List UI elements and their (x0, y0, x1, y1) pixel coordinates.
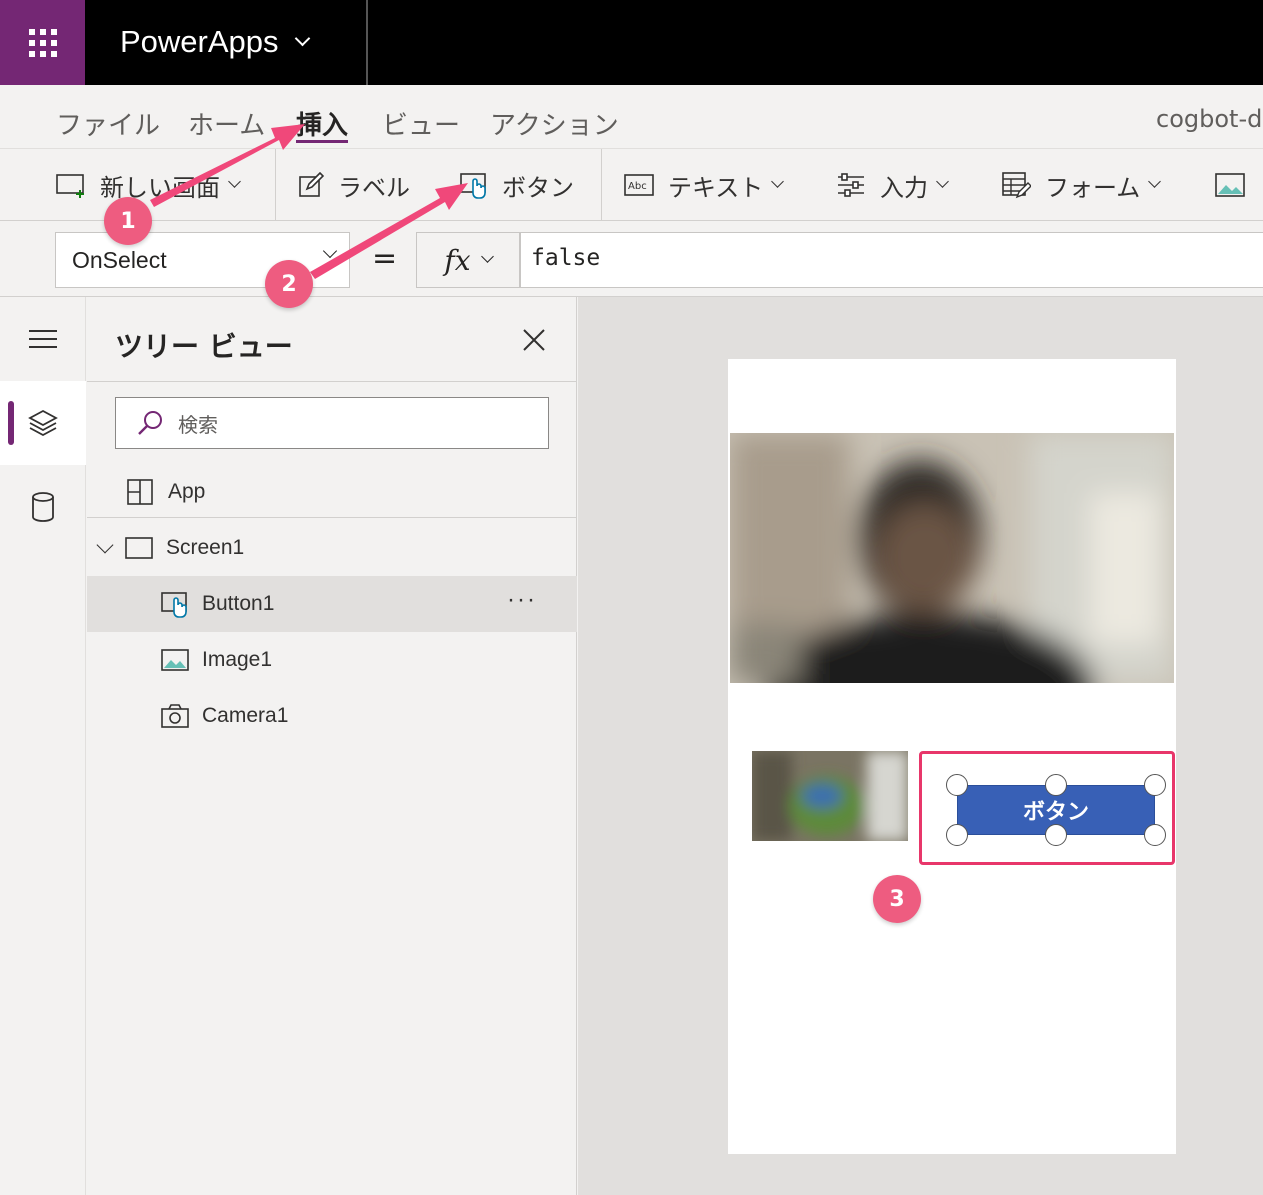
tree-item-label: App (168, 480, 206, 503)
resize-handle[interactable] (946, 774, 968, 796)
ribbon-divider (275, 149, 276, 221)
new-screen-icon (56, 174, 84, 198)
fx-button[interactable]: fx (416, 232, 520, 288)
input-controls-icon (838, 173, 864, 197)
tab-view[interactable]: ビュー (382, 105, 460, 145)
ribbon-divider (601, 149, 602, 221)
camera-icon (161, 704, 189, 728)
chevron-down-icon (322, 243, 338, 259)
fx-icon: fx (444, 243, 471, 277)
image-icon (161, 649, 189, 671)
menu-bar: ファイル ホーム 挿入 ビュー アクション cogbot-do (0, 85, 1263, 149)
app-screen[interactable]: ボタン (728, 359, 1176, 1154)
image-icon (1215, 173, 1245, 197)
camera-control[interactable] (730, 433, 1174, 683)
design-canvas: ボタン (578, 297, 1263, 1195)
data-sources-rail-button[interactable] (0, 465, 86, 549)
text-button[interactable]: Abc テキスト (624, 165, 785, 205)
label-button[interactable]: ラベル (298, 165, 410, 205)
form-icon (1002, 172, 1031, 199)
chevron-down-icon (294, 30, 310, 47)
left-rail (0, 297, 86, 1195)
tree-item-button1[interactable]: Button1 ··· (87, 576, 577, 632)
tree-item-label: Screen1 (166, 536, 245, 559)
tree-item-label: Camera1 (202, 704, 289, 727)
search-placeholder: 検索 (178, 412, 218, 437)
annotation-badge-3: 3 (873, 875, 921, 923)
chevron-down-icon (1148, 175, 1162, 188)
camera-feed-image (730, 433, 1174, 683)
button-label: ボタン (502, 173, 574, 202)
chevron-down-icon[interactable] (96, 536, 114, 554)
tree-item-screen1[interactable]: Screen1 (87, 520, 577, 576)
database-icon (32, 492, 54, 522)
tree-view-panel: ツリー ビュー 検索 App Screen1 Button1 ··· Image… (87, 297, 577, 1195)
tab-action[interactable]: アクション (490, 105, 619, 145)
tree-item-label: Image1 (202, 648, 273, 671)
image-control[interactable] (752, 751, 908, 841)
app-launcher-button[interactable] (0, 0, 85, 85)
property-value: OnSelect (72, 247, 167, 273)
input-button[interactable]: 入力 (836, 165, 949, 205)
chevron-down-icon (771, 175, 785, 188)
media-button[interactable] (1215, 165, 1245, 205)
tree-view-rail-button[interactable] (0, 381, 86, 465)
search-input[interactable]: 検索 (115, 397, 549, 449)
resize-handle[interactable] (1045, 774, 1067, 796)
svg-text:Abc: Abc (628, 181, 647, 192)
screen-icon (125, 537, 153, 559)
app-name: cogbot-do (1156, 105, 1263, 133)
hamburger-icon (29, 330, 57, 348)
tab-file[interactable]: ファイル (56, 105, 160, 145)
formula-bar: OnSelect = fx false (0, 221, 1263, 297)
form-label: フォーム (1045, 173, 1141, 202)
divider (366, 0, 368, 85)
waffle-icon (28, 28, 57, 57)
equals-sign: = (372, 241, 398, 276)
label-label: ラベル (338, 173, 410, 202)
annotation-badge-2: 2 (265, 260, 313, 308)
tab-insert[interactable]: 挿入 (296, 105, 349, 145)
divider (87, 381, 577, 382)
tree-item-camera1[interactable]: Camera1 (87, 688, 577, 744)
new-screen-button[interactable]: 新しい画面 (56, 165, 241, 205)
formula-input[interactable]: false (520, 232, 1263, 288)
tree-item-app[interactable]: App (87, 464, 577, 520)
app-switcher[interactable]: PowerApps (120, 24, 310, 60)
button-control-icon (161, 592, 187, 618)
edit-label-icon (299, 172, 324, 197)
ribbon: 新しい画面 ラベル ボタン Abc テキスト 入力 フォーム (0, 149, 1263, 221)
tree-item-image1[interactable]: Image1 (87, 632, 577, 688)
more-options-icon[interactable]: ··· (507, 586, 537, 614)
resize-handle[interactable] (1045, 824, 1067, 846)
annotation-badge-1: 1 (104, 197, 152, 245)
chevron-down-icon (228, 175, 241, 188)
divider (87, 517, 577, 518)
app-title: PowerApps (120, 24, 279, 59)
image-preview (752, 751, 908, 841)
search-icon (138, 411, 162, 435)
text-input-icon: Abc (624, 174, 654, 196)
layers-icon (28, 409, 58, 437)
hamburger-menu-button[interactable] (0, 297, 86, 381)
panel-title: ツリー ビュー (115, 330, 293, 363)
resize-handle[interactable] (1144, 824, 1166, 846)
app-icon (127, 479, 153, 505)
insert-button-button[interactable]: ボタン (460, 165, 574, 205)
tab-home[interactable]: ホーム (188, 105, 265, 145)
chevron-down-icon (480, 250, 494, 263)
close-icon[interactable] (519, 325, 549, 355)
form-button[interactable]: フォーム (1001, 165, 1162, 205)
resize-handle[interactable] (1144, 774, 1166, 796)
top-bar: PowerApps (0, 0, 1263, 85)
button-control-icon (460, 173, 486, 199)
chevron-down-icon (936, 175, 949, 188)
resize-handle[interactable] (946, 824, 968, 846)
text-label: テキスト (668, 173, 764, 202)
input-label: 入力 (880, 173, 928, 202)
new-screen-label: 新しい画面 (100, 173, 220, 202)
tree-item-label: Button1 (202, 592, 275, 615)
